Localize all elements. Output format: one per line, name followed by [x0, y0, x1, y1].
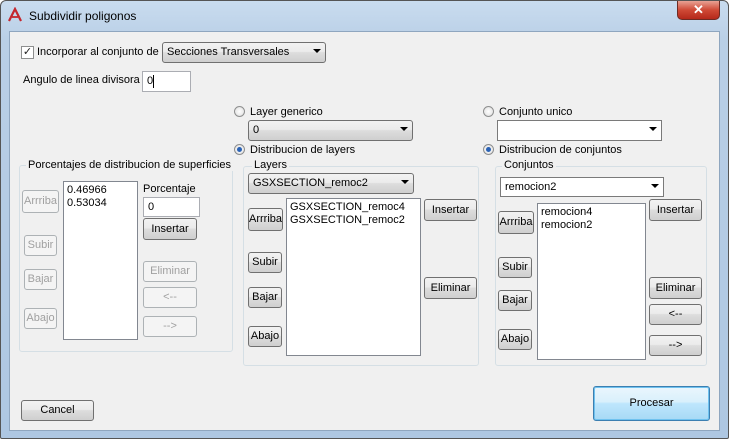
layer-generico-label: Layer generico: [250, 106, 323, 118]
dialog-client: ✓ Incorporar al conjunto de Secciones Tr…: [9, 31, 720, 431]
porcentaje-abajo-button[interactable]: Abajo: [24, 308, 57, 329]
porcentaje-insertar-button[interactable]: Insertar: [143, 218, 197, 240]
chevron-down-icon: [401, 180, 409, 184]
angulo-label: Angulo de linea divisora: [23, 74, 140, 86]
conjuntos-group-title: Conjuntos: [502, 159, 556, 171]
conjuntos-right-button[interactable]: -->: [649, 335, 702, 356]
procesar-button[interactable]: Procesar: [593, 386, 710, 421]
porcentaje-label: Porcentaje: [143, 183, 196, 195]
distribucion-layers-label: Distribucion de layers: [250, 144, 356, 156]
layers-list[interactable]: GSXSECTION_remoc4 GSXSECTION_remoc2: [286, 198, 421, 356]
layers-abajo-button[interactable]: Abajo: [248, 326, 282, 347]
chevron-down-icon: [649, 127, 657, 131]
porcentaje-eliminar-button[interactable]: Eliminar: [143, 261, 197, 282]
layer-generico-radio[interactable]: [234, 106, 245, 117]
incorporar-label: Incorporar al conjunto de: [37, 46, 159, 58]
conjuntos-bajar-button[interactable]: Bajar: [498, 290, 532, 311]
distribucion-conjuntos-radio[interactable]: [483, 144, 494, 155]
text-cursor: [153, 74, 155, 88]
porcentaje-input[interactable]: 0: [143, 197, 200, 217]
porcentajes-list[interactable]: 0.46966 0.53034: [63, 181, 138, 340]
incorporar-conjunto-select[interactable]: Secciones Transversales: [162, 42, 326, 63]
dialog-window: Subdividir poligonos ✕ ✓ Incorporar al c…: [0, 0, 729, 439]
layers-insertar-button[interactable]: Insertar: [424, 199, 477, 221]
conjuntos-arriba-button[interactable]: Arrriba: [498, 211, 534, 234]
autocad-app-icon: [8, 7, 22, 22]
conjuntos-list[interactable]: remocion4 remocion2: [537, 203, 646, 360]
conjunto-unico-select[interactable]: [497, 120, 662, 141]
distribucion-conjuntos-label: Distribucion de conjuntos: [499, 144, 622, 156]
conjuntos-eliminar-button[interactable]: Eliminar: [649, 277, 702, 299]
list-item[interactable]: 0.46966: [67, 184, 134, 197]
conjuntos-insertar-button[interactable]: Insertar: [649, 199, 702, 221]
layers-subir-button[interactable]: Subir: [248, 252, 282, 273]
layers-arriba-button[interactable]: Arrriba: [248, 208, 283, 231]
chevron-down-icon: [651, 184, 659, 188]
porcentaje-left-button[interactable]: <--: [143, 287, 197, 308]
layers-select-value: GSXSECTION_remoc2: [253, 177, 368, 189]
porcentaje-right-button[interactable]: -->: [143, 316, 197, 337]
porcentaje-subir-button[interactable]: Subir: [24, 235, 57, 256]
title-bar[interactable]: Subdividir poligonos ✕: [1, 1, 728, 31]
list-item[interactable]: remocion4: [541, 206, 642, 219]
incorporar-checkbox[interactable]: ✓: [21, 46, 34, 59]
layers-bajar-button[interactable]: Bajar: [248, 287, 282, 308]
distribucion-layers-radio[interactable]: [234, 144, 245, 155]
layers-eliminar-button[interactable]: Eliminar: [424, 277, 477, 299]
porcentaje-arriba-button[interactable]: Arrriba: [22, 190, 59, 213]
conjunto-unico-radio[interactable]: [483, 106, 494, 117]
chevron-down-icon: [313, 49, 321, 53]
cancel-button[interactable]: Cancel: [21, 400, 94, 421]
layer-generico-select[interactable]: 0: [248, 120, 413, 141]
close-button[interactable]: ✕: [677, 1, 720, 20]
conjuntos-abajo-button[interactable]: Abajo: [498, 329, 532, 350]
list-item[interactable]: GSXSECTION_remoc4: [290, 201, 417, 214]
conjuntos-subir-button[interactable]: Subir: [498, 257, 532, 278]
layers-group-title: Layers: [252, 159, 290, 171]
list-item[interactable]: GSXSECTION_remoc2: [290, 214, 417, 227]
incorporar-conjunto-value: Secciones Transversales: [167, 46, 290, 58]
conjunto-unico-label: Conjunto unico: [499, 106, 573, 118]
porcentajes-group-title: Porcentajes de distribucion de superfici…: [26, 159, 234, 171]
porcentaje-bajar-button[interactable]: Bajar: [24, 269, 57, 290]
conjuntos-select[interactable]: remocion2: [500, 177, 664, 197]
window-title: Subdividir poligonos: [29, 9, 137, 23]
list-item[interactable]: remocion2: [541, 219, 642, 232]
chevron-down-icon: [400, 127, 408, 131]
conjuntos-select-value: remocion2: [505, 181, 557, 193]
layer-generico-value: 0: [253, 124, 260, 136]
conjuntos-left-button[interactable]: <--: [649, 304, 702, 325]
angulo-input[interactable]: 0: [142, 71, 191, 92]
layers-select[interactable]: GSXSECTION_remoc2: [248, 173, 414, 194]
list-item[interactable]: 0.53034: [67, 197, 134, 210]
